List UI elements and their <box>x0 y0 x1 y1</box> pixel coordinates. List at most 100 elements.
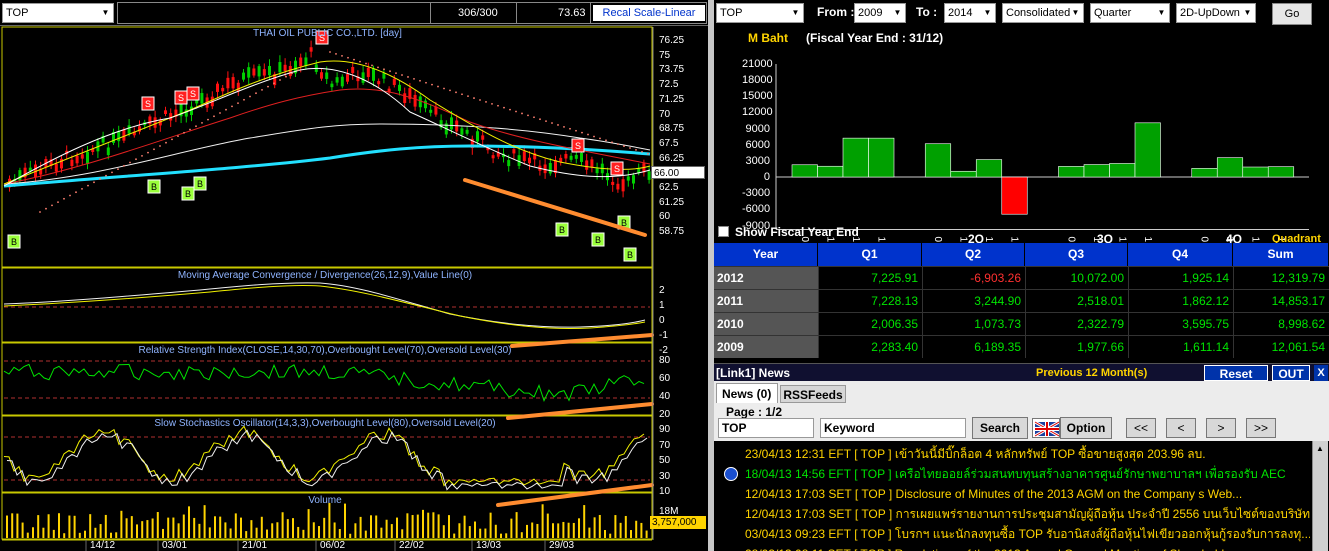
period-select[interactable]: Quarter ▼ <box>1090 3 1170 23</box>
candle-body <box>569 155 573 160</box>
tab-rssfeeds[interactable]: RSSFeeds <box>780 385 846 403</box>
fin-x-tick: 09 <box>1065 237 1076 243</box>
sar-dot <box>437 85 439 88</box>
statement-select[interactable]: Consolidated ▼ <box>1002 3 1084 23</box>
volume-bar <box>141 521 144 538</box>
search-button[interactable]: Search <box>972 417 1028 439</box>
news-item[interactable]: 12/04/13 17:03 SET [ TOP ] Disclosure of… <box>745 484 1310 504</box>
from-year-select[interactable]: 2009 ▼ <box>854 3 906 23</box>
volume-bar <box>494 524 497 538</box>
candle-body <box>75 155 79 164</box>
news-item[interactable]: 18/04/13 14:56 EFT [ TOP ] เครือไทยออยล์… <box>745 464 1310 484</box>
volume-bar <box>224 522 227 538</box>
axis-tick-label: 60 <box>659 373 671 384</box>
tab-news[interactable]: News (0) <box>716 383 778 403</box>
candle-body <box>465 129 469 134</box>
sar-dot <box>267 85 269 88</box>
fin-bar <box>1216 157 1244 178</box>
reset-button[interactable]: Reset <box>1204 365 1268 381</box>
volume-bar <box>203 505 206 538</box>
axis-tick-label: 58.75 <box>659 226 685 238</box>
volume-bar <box>245 531 248 538</box>
go-button[interactable]: Go <box>1272 3 1312 25</box>
volume-bar <box>312 522 315 538</box>
view-select[interactable]: 2D-UpDown ▼ <box>1176 3 1256 23</box>
fin-table-cell: 2011 <box>714 289 818 312</box>
to-year-select[interactable]: 2014 ▼ <box>944 3 996 23</box>
volume-bar <box>640 522 643 538</box>
volume-bar <box>182 514 185 538</box>
volume-bar <box>500 533 502 538</box>
candle-body <box>200 93 204 104</box>
candle-body <box>548 162 552 174</box>
candle-body <box>304 57 308 66</box>
news-item[interactable]: 23/04/13 12:31 EFT [ TOP ] เข้าวันนี้มีบ… <box>745 444 1310 464</box>
option-button[interactable]: Option <box>1060 417 1112 439</box>
sar-dot <box>449 89 451 92</box>
date-label: 14/12 <box>90 540 116 551</box>
volume-bar <box>531 522 534 538</box>
volume-bar <box>271 523 274 538</box>
volume-bar <box>593 517 596 538</box>
next-page-button[interactable]: > <box>1206 418 1236 438</box>
volume-bar <box>364 530 367 538</box>
chart-symbol-select[interactable]: TOP ▼ <box>2 3 114 23</box>
news-source-icon <box>724 467 738 481</box>
volume-bar <box>229 528 232 538</box>
sar-dot <box>365 62 367 65</box>
volume-bar <box>453 533 456 538</box>
fin-x-tick: 12 <box>1142 237 1153 243</box>
show-fy-checkbox[interactable] <box>718 226 729 237</box>
sar-dot <box>213 115 215 118</box>
news-item[interactable]: 03/04/13 09:23 EFT [ TOP ] โบรกฯ แนะนักล… <box>745 524 1310 544</box>
date-label: 29/03 <box>549 540 575 551</box>
volume-bar <box>94 527 97 538</box>
ma-white <box>3 123 651 185</box>
sar-dot <box>377 66 379 69</box>
fin-table-header: Year <box>714 243 818 266</box>
axis-tick-label: 90 <box>659 424 671 435</box>
sar-dot <box>195 125 197 128</box>
axis-tick-label: 68.75 <box>659 123 685 135</box>
recal-scale-button[interactable]: Recal Scale-Linear <box>593 5 705 21</box>
volume-bar <box>151 518 154 538</box>
volume-bar <box>510 518 513 538</box>
news-scrollbar[interactable]: ▲ <box>1312 441 1328 551</box>
volume-bar <box>115 532 118 538</box>
fin-symbol-select[interactable]: TOP ▼ <box>716 3 804 23</box>
sar-dot <box>419 79 421 82</box>
news-item[interactable]: 28/03/13 08:11 SET [ TOP ] Resolutions o… <box>745 544 1310 551</box>
out-button[interactable]: OUT <box>1272 365 1310 381</box>
uk-flag-icon[interactable] <box>1032 418 1060 438</box>
sar-dot <box>45 207 47 210</box>
volume-bar <box>463 515 466 538</box>
fin-table-header: Q4 <box>1128 243 1233 266</box>
volume-bar <box>567 522 570 538</box>
sar-dot <box>395 72 397 75</box>
volume-bar <box>188 506 190 538</box>
prev-page-button[interactable]: < <box>1166 418 1196 438</box>
sar-dot <box>359 60 361 63</box>
candle-body <box>252 68 256 76</box>
technical-chart[interactable]: BBBBBBBBSS SSSS <box>0 26 708 551</box>
last-page-button[interactable]: >> <box>1246 418 1276 438</box>
close-icon[interactable]: X <box>1314 365 1328 381</box>
volume-bar <box>52 529 55 538</box>
axis-tick-label: 61.25 <box>659 196 685 208</box>
volume-bar <box>32 527 34 538</box>
sell-signal-label: S <box>178 93 184 103</box>
candle-body <box>330 83 334 88</box>
volume-bar <box>78 532 81 538</box>
first-page-button[interactable]: << <box>1126 418 1156 438</box>
sar-dot <box>509 108 511 111</box>
rsi-title: Relative Strength Index(CLOSE,14,30,70),… <box>138 345 512 356</box>
fin-toolbar: TOP ▼ From : 2009 ▼ To : 2014 ▼ Consolid… <box>714 0 1329 28</box>
keyword-field[interactable]: Keyword <box>820 418 966 438</box>
macd-line <box>3 282 646 328</box>
news-symbol-field[interactable]: TOP <box>718 418 814 438</box>
news-item[interactable]: 12/04/13 17:03 SET [ TOP ] การเผยแพร่ราย… <box>745 504 1310 524</box>
sar-dot <box>201 122 203 124</box>
buy-signal-label: B <box>185 189 191 199</box>
view-value: 2D-UpDown <box>1180 7 1240 19</box>
sar-dot <box>51 204 53 207</box>
